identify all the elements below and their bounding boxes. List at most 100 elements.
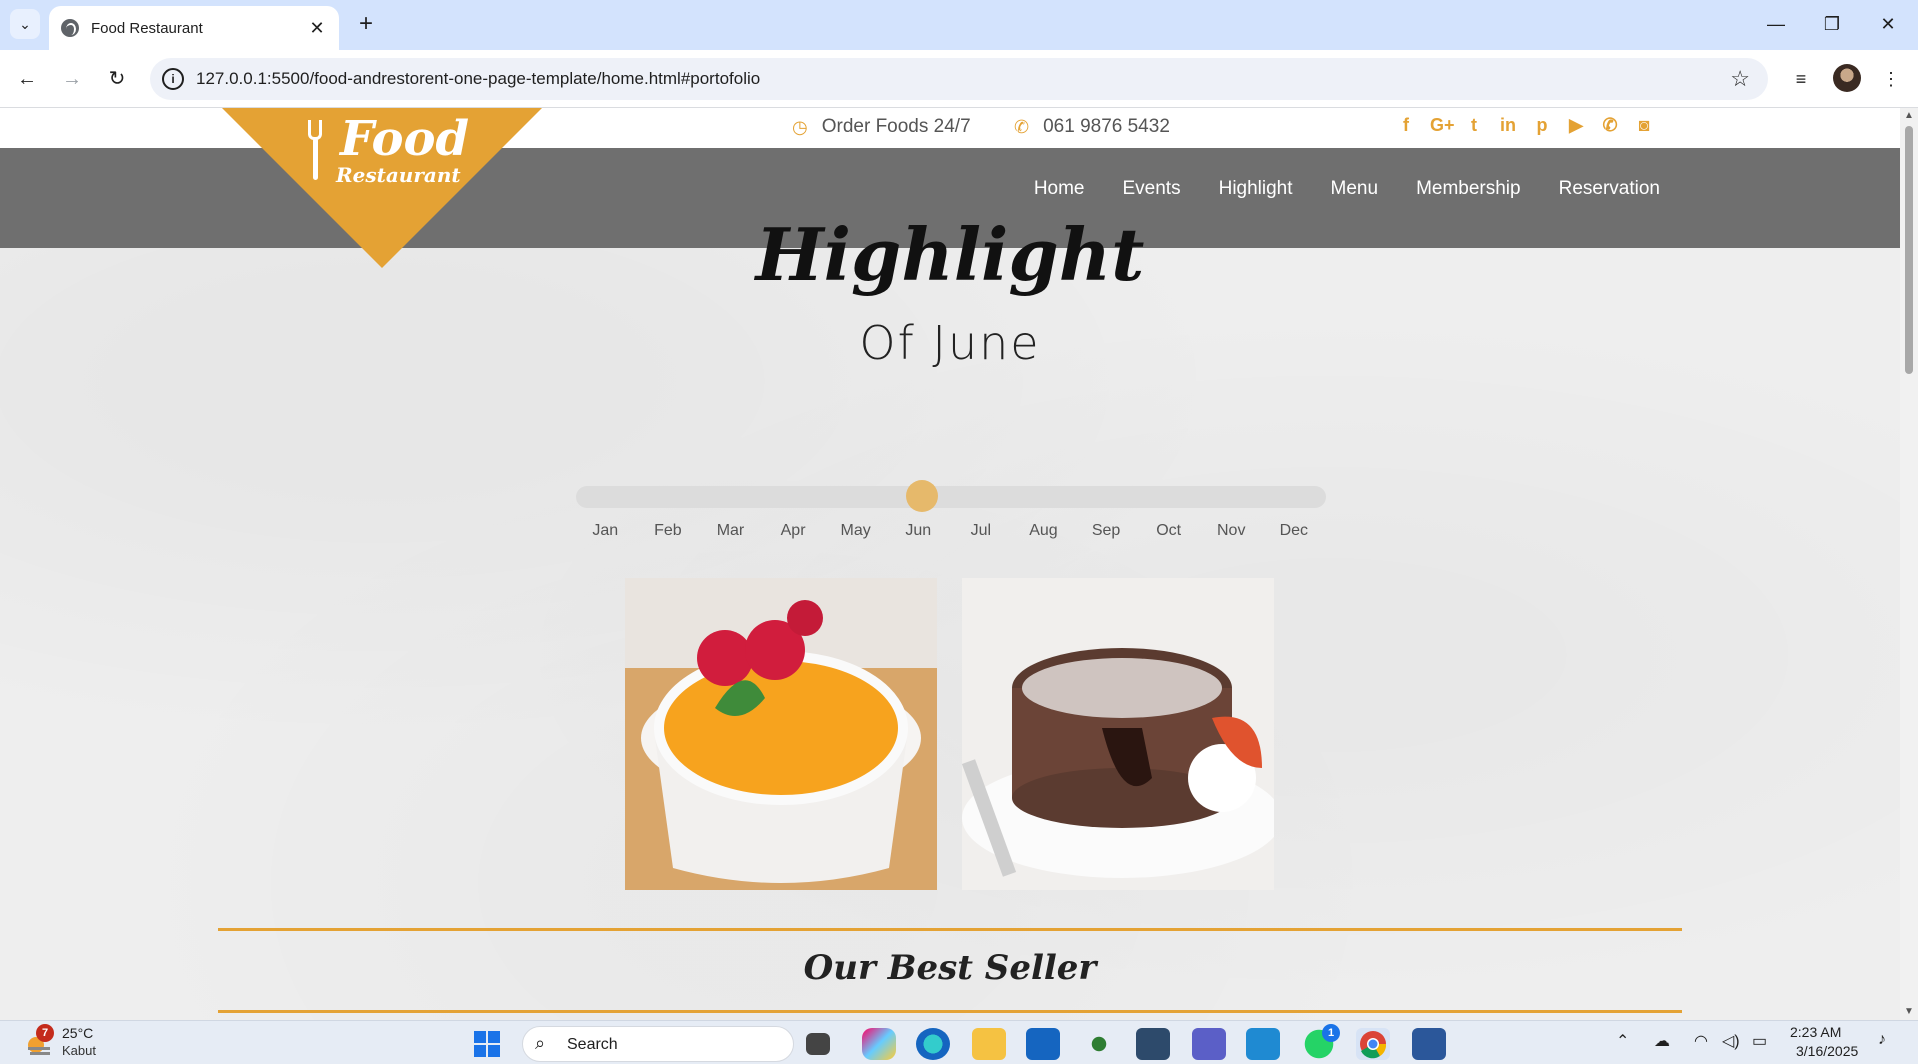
youtube-icon[interactable]: ▶ (1566, 114, 1586, 136)
teams-icon[interactable] (1192, 1028, 1226, 1060)
new-tab-button[interactable]: + (352, 10, 380, 38)
section-title: Highlight (755, 212, 1145, 297)
month-label-oct[interactable]: Oct (1137, 522, 1200, 540)
twitter-icon[interactable]: t (1464, 114, 1484, 136)
browser-menu-icon[interactable]: ⋮ (1874, 62, 1908, 96)
back-button[interactable]: ← (10, 62, 44, 96)
search-label: Search (567, 1036, 618, 1053)
nav-membership[interactable]: Membership (1416, 178, 1521, 200)
divider-line-top (218, 928, 1682, 931)
taskbar-search[interactable]: ⌕ Search (522, 1026, 794, 1062)
chrome-icon (1360, 1031, 1387, 1059)
divider-line-bottom (218, 1010, 1682, 1013)
battery-icon[interactable]: ▭ (1752, 1031, 1767, 1051)
month-label-jan[interactable]: Jan (574, 522, 637, 540)
month-label-apr[interactable]: Apr (762, 522, 825, 540)
notification-bell-icon[interactable]: ♪ (1878, 1031, 1886, 1049)
month-labels: Jan Feb Mar Apr May Jun Jul Aug Sep Oct Nov Dec (574, 522, 1334, 540)
globe-icon (61, 19, 79, 37)
tab-search-button[interactable]: ⌄ (10, 9, 40, 39)
month-label-nov[interactable]: Nov (1200, 522, 1263, 540)
url-text: 127.0.0.1:5500/food-andrestorent-one-pag… (196, 69, 761, 88)
month-label-dec[interactable]: Dec (1263, 522, 1326, 540)
reload-button[interactable]: ↻ (100, 62, 134, 96)
scrollbar-thumb[interactable] (1905, 126, 1913, 374)
lava-cake-image[interactable] (962, 578, 1274, 890)
best-seller-title: Our Best Seller (803, 948, 1097, 988)
pinterest-icon[interactable]: p (1532, 114, 1552, 136)
bookmark-star-icon[interactable]: ☆ (1730, 66, 1750, 92)
phone-number: 061 9876 5432 (1043, 116, 1170, 137)
month-label-feb[interactable]: Feb (637, 522, 700, 540)
month-label-sep[interactable]: Sep (1075, 522, 1138, 540)
scroll-down-arrow[interactable]: ▼ (1903, 1006, 1915, 1018)
mongodb-icon[interactable] (1082, 1028, 1116, 1060)
month-label-jun[interactable]: Jun (887, 522, 950, 540)
forward-button[interactable]: → (55, 62, 89, 96)
nav-reservation[interactable]: Reservation (1559, 178, 1660, 200)
site-info-icon[interactable]: i (162, 68, 184, 90)
tab-title: Food Restaurant (91, 19, 203, 37)
media-control-icon[interactable]: ≡ (1784, 62, 1818, 96)
nav-links: Home Events Highlight Menu Membership Re… (1034, 178, 1660, 200)
month-label-may[interactable]: May (824, 522, 887, 540)
wifi-icon[interactable]: ◠ (1694, 1031, 1708, 1051)
onedrive-icon[interactable]: ☁ (1654, 1031, 1670, 1051)
profile-avatar[interactable] (1833, 64, 1861, 92)
outlook-icon[interactable] (1026, 1028, 1060, 1060)
phone-icon: ✆ (1014, 116, 1030, 137)
nav-events[interactable]: Events (1123, 178, 1181, 200)
word-icon[interactable] (1412, 1028, 1446, 1060)
clock-time[interactable]: 2:23 AM (1790, 1024, 1841, 1040)
restore-button[interactable]: ❐ (1812, 8, 1852, 40)
chrome-active-slot[interactable] (1356, 1028, 1390, 1060)
scroll-up-arrow[interactable]: ▲ (1903, 110, 1915, 122)
month-label-jul[interactable]: Jul (950, 522, 1013, 540)
nav-highlight[interactable]: Highlight (1219, 178, 1293, 200)
address-bar[interactable]: i 127.0.0.1:5500/food-andrestorent-one-p… (150, 58, 1768, 100)
minimize-button[interactable]: — (1756, 8, 1796, 40)
section-subtitle: Of June (859, 316, 1041, 370)
page-scrollbar[interactable]: ▲ ▼ (1900, 108, 1918, 1020)
browser-tab[interactable]: Food Restaurant ✕ (49, 6, 339, 50)
copilot-icon[interactable] (862, 1028, 896, 1060)
camera-icon[interactable]: ◙ (1634, 114, 1654, 136)
windows-start-icon[interactable] (470, 1028, 504, 1060)
creme-brulee-image[interactable] (625, 578, 937, 890)
linkedin-icon[interactable]: in (1498, 114, 1518, 136)
weather-badge: 7 (36, 1024, 54, 1042)
mysql-workbench-icon[interactable] (1136, 1028, 1170, 1060)
facebook-icon[interactable]: f (1396, 114, 1416, 136)
weather-description: Kabut (62, 1043, 96, 1058)
task-view-icon[interactable] (806, 1033, 830, 1055)
clock-date[interactable]: 3/16/2025 (1796, 1043, 1858, 1059)
logo-word-restaurant: Restaurant (336, 163, 461, 187)
windows-taskbar: 7 25°C Kabut ⌕ Search 1 ⌃ ☁ ◠ ◁) ▭ 2:23 … (0, 1020, 1918, 1064)
phone-info: ✆ 061 9876 5432 (1014, 116, 1170, 138)
whatsapp-badge: 1 (1322, 1024, 1340, 1042)
order-text: Order Foods 24/7 (821, 116, 971, 137)
weather-temperature: 25°C (62, 1025, 94, 1041)
logo-word-food: Food (340, 111, 470, 167)
browser-tab-bar: ⌄ Food Restaurant ✕ + — ❐ ✕ (0, 0, 1918, 50)
web-page: ◷ Order Foods 24/7 ✆ 061 9876 5432 f G+ … (0, 108, 1918, 1020)
edge-icon[interactable] (916, 1028, 950, 1060)
tray-overflow-icon[interactable]: ⌃ (1616, 1031, 1629, 1051)
nav-home[interactable]: Home (1034, 178, 1085, 200)
order-info: ◷ Order Foods 24/7 (792, 116, 971, 138)
social-links: f G+ t in p ▶ ✆ ◙ (1396, 114, 1654, 136)
close-window-button[interactable]: ✕ (1868, 8, 1908, 40)
nav-menu[interactable]: Menu (1331, 178, 1379, 200)
search-icon: ⌕ (535, 1033, 546, 1053)
tab-close-icon[interactable]: ✕ (307, 18, 327, 39)
phone-icon[interactable]: ✆ (1600, 114, 1620, 136)
screen: ⌄ Food Restaurant ✕ + — ❐ ✕ ← → ↻ i 127.… (0, 0, 1918, 1064)
month-label-mar[interactable]: Mar (699, 522, 762, 540)
volume-icon[interactable]: ◁) (1722, 1031, 1740, 1051)
logo[interactable]: Food Restaurant (300, 111, 470, 187)
vscode-icon[interactable] (1246, 1028, 1280, 1060)
google-plus-icon[interactable]: G+ (1430, 114, 1455, 136)
file-explorer-icon[interactable] (972, 1028, 1006, 1060)
month-slider-track[interactable] (576, 486, 1326, 508)
month-label-aug[interactable]: Aug (1012, 522, 1075, 540)
